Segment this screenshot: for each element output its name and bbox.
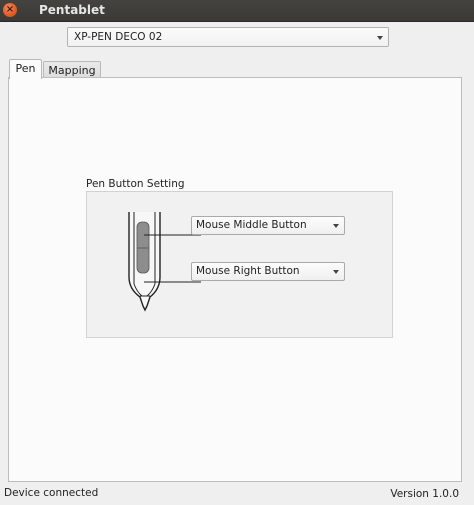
tab-pen[interactable]: Pen — [9, 59, 42, 79]
device-select-value: XP-PEN DECO 02 — [74, 31, 163, 43]
chevron-down-icon — [377, 36, 383, 40]
app-window: × Pentablet XP-PEN DECO 02 Pen Mapping P… — [0, 0, 474, 505]
upper-pen-button-value: Mouse Middle Button — [196, 219, 307, 231]
window-title: Pentablet — [39, 3, 105, 17]
chevron-down-icon — [333, 224, 339, 228]
pen-button-setting-title: Pen Button Setting — [86, 178, 185, 190]
chevron-down-icon — [333, 270, 339, 274]
lower-pen-button-select[interactable]: Mouse Right Button — [191, 262, 345, 281]
status-version: Version 1.0.0 — [390, 488, 459, 500]
device-select[interactable]: XP-PEN DECO 02 — [67, 27, 389, 47]
close-icon[interactable]: × — [3, 3, 17, 17]
status-connection: Device connected — [4, 487, 99, 499]
upper-pen-button-select[interactable]: Mouse Middle Button — [191, 216, 345, 235]
title-bar[interactable]: × Pentablet — [0, 0, 474, 22]
lower-pen-button-value: Mouse Right Button — [196, 265, 300, 277]
